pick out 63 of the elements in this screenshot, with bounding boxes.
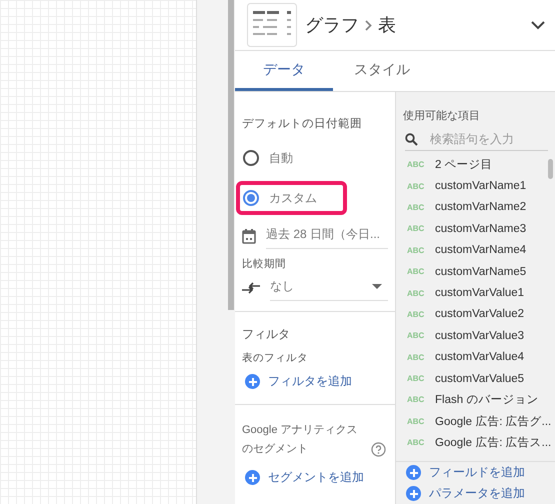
chevron-down-icon[interactable] — [531, 20, 545, 30]
field-item[interactable]: ABC customVarName5 — [396, 260, 555, 282]
type-label: ABC — [407, 438, 425, 448]
field-item[interactable]: ABC customVarValue5 — [396, 368, 555, 390]
search-field[interactable]: 検索語句を入力 — [430, 132, 540, 146]
section-heading: デフォルトの日付範囲 — [242, 116, 363, 131]
chevron-right-icon — [365, 20, 372, 30]
radio-button[interactable] — [243, 190, 259, 206]
field-item[interactable]: ABC customVarValue1 — [396, 282, 555, 304]
plus-icon — [245, 374, 260, 389]
radio-label: 自動 — [269, 150, 293, 166]
date-range-field[interactable]: 過去 28 日間（今日... — [266, 223, 388, 249]
type-label: ABC — [407, 224, 425, 234]
table-chart-icon — [247, 3, 297, 47]
type-label: ABC — [407, 331, 425, 340]
type-label: ABC — [407, 160, 425, 170]
radio-button[interactable] — [243, 150, 259, 166]
add-filter-link[interactable]: フィルタを追加 — [242, 369, 388, 394]
add-link[interactable]: フィールドを追加 — [404, 462, 527, 483]
breadcrumb-chart: グラフ — [305, 14, 359, 37]
field-item[interactable]: ABC Google 広告: 広告ス... — [396, 432, 555, 454]
comparison-dropdown[interactable]: なし — [270, 275, 388, 301]
field-item[interactable]: ABC customVarName3 — [396, 218, 555, 240]
field-item[interactable]: ABC customVarValue4 — [396, 346, 555, 368]
add-link[interactable]: パラメータを追加 — [404, 483, 527, 504]
type-label: ABC — [407, 374, 425, 384]
field-item[interactable]: ABC Google 広告: 広告グ... — [396, 410, 555, 432]
panel-tab[interactable]: スタイル — [333, 51, 431, 91]
add-segment-link[interactable]: セグメントを追加 — [242, 465, 388, 490]
type-label: ABC — [407, 288, 425, 298]
type-label: ABC — [407, 246, 425, 255]
comparison-label: 比較期間 — [242, 257, 287, 271]
type-label: ABC — [407, 416, 425, 426]
type-label: ABC — [407, 202, 425, 212]
field-item[interactable]: ABC 2 ページ目 — [396, 154, 555, 176]
radio-label: カスタム — [269, 190, 317, 206]
type-label: ABC — [407, 267, 425, 276]
field-item[interactable]: ABC customVarValue3 — [396, 325, 555, 347]
breadcrumb-table: 表 — [378, 13, 396, 37]
field-item[interactable]: ABC customVarName2 — [396, 196, 555, 218]
filter-label: 表のフィルタ — [242, 351, 309, 365]
section-heading: Google アナリティクスのセグメント — [242, 423, 359, 457]
help-icon[interactable] — [371, 442, 386, 457]
field-item[interactable]: ABC Flash のバージョン — [396, 389, 555, 411]
plus-icon — [245, 470, 260, 485]
plus-icon — [406, 465, 421, 480]
section-heading: フィルタ — [242, 326, 291, 343]
plus-icon — [406, 486, 421, 501]
field-item[interactable]: ABC customVarValue2 — [396, 304, 555, 326]
compare-arrows-icon — [242, 282, 260, 294]
fields-heading: 使用可能な項目 — [402, 109, 481, 124]
dropdown-arrow-icon — [372, 284, 382, 289]
type-label: ABC — [407, 182, 425, 191]
scrollbar-thumb[interactable] — [548, 159, 553, 179]
field-item[interactable]: ABC customVarName1 — [396, 175, 555, 197]
type-label: ABC — [407, 352, 425, 362]
type-label: ABC — [407, 395, 425, 404]
scrollbar-thumb[interactable] — [228, 0, 234, 310]
search-icon — [405, 132, 418, 146]
panel-tab[interactable]: データ — [235, 51, 333, 91]
calendar-icon — [242, 228, 256, 244]
type-label: ABC — [407, 310, 425, 319]
field-item[interactable]: ABC customVarName4 — [396, 240, 555, 261]
